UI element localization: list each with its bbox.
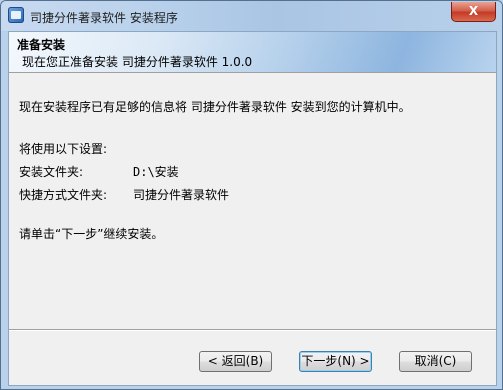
next-button[interactable]: 下一步(N) > (299, 351, 372, 372)
shortcut-folder-value: 司捷分件著录软件 (133, 188, 230, 202)
install-folder-value: D:\安装 (133, 165, 179, 179)
cancel-button[interactable]: 取消(C) (399, 351, 472, 372)
installer-app-icon (8, 7, 24, 23)
settings-heading: 将使用以下设置: (19, 142, 108, 156)
wizard-header: 准备安装 现在您正准备安装 司捷分件著录软件 1.0.0 (9, 32, 496, 73)
header-subtitle: 现在您正准备安装 司捷分件著录软件 1.0.0 (22, 55, 253, 69)
header-title: 准备安装 (17, 38, 66, 52)
intro-text: 现在安装程序已有足够的信息将 司捷分件著录软件 安装到您的计算机中。 (19, 100, 411, 114)
back-button[interactable]: < 返回(B) (199, 351, 272, 372)
title-bar[interactable]: 司捷分件著录软件 安装程序 X (1, 1, 502, 31)
installer-window: 司捷分件著录软件 安装程序 X 准备安装 现在您正准备安装 司捷分件著录软件 1… (0, 0, 503, 390)
close-button[interactable]: X (451, 2, 496, 22)
dialog-client-area: 准备安装 现在您正准备安装 司捷分件著录软件 1.0.0 现在安装程序已有足够的… (8, 31, 497, 386)
instruction-text: 请单击“下一步”继续安装。 (19, 227, 164, 241)
window-title: 司捷分件著录软件 安装程序 (30, 11, 178, 25)
button-separator (9, 329, 496, 331)
install-folder-label: 安装文件夹: (19, 165, 84, 179)
shortcut-folder-label: 快捷方式文件夹: (19, 188, 108, 202)
